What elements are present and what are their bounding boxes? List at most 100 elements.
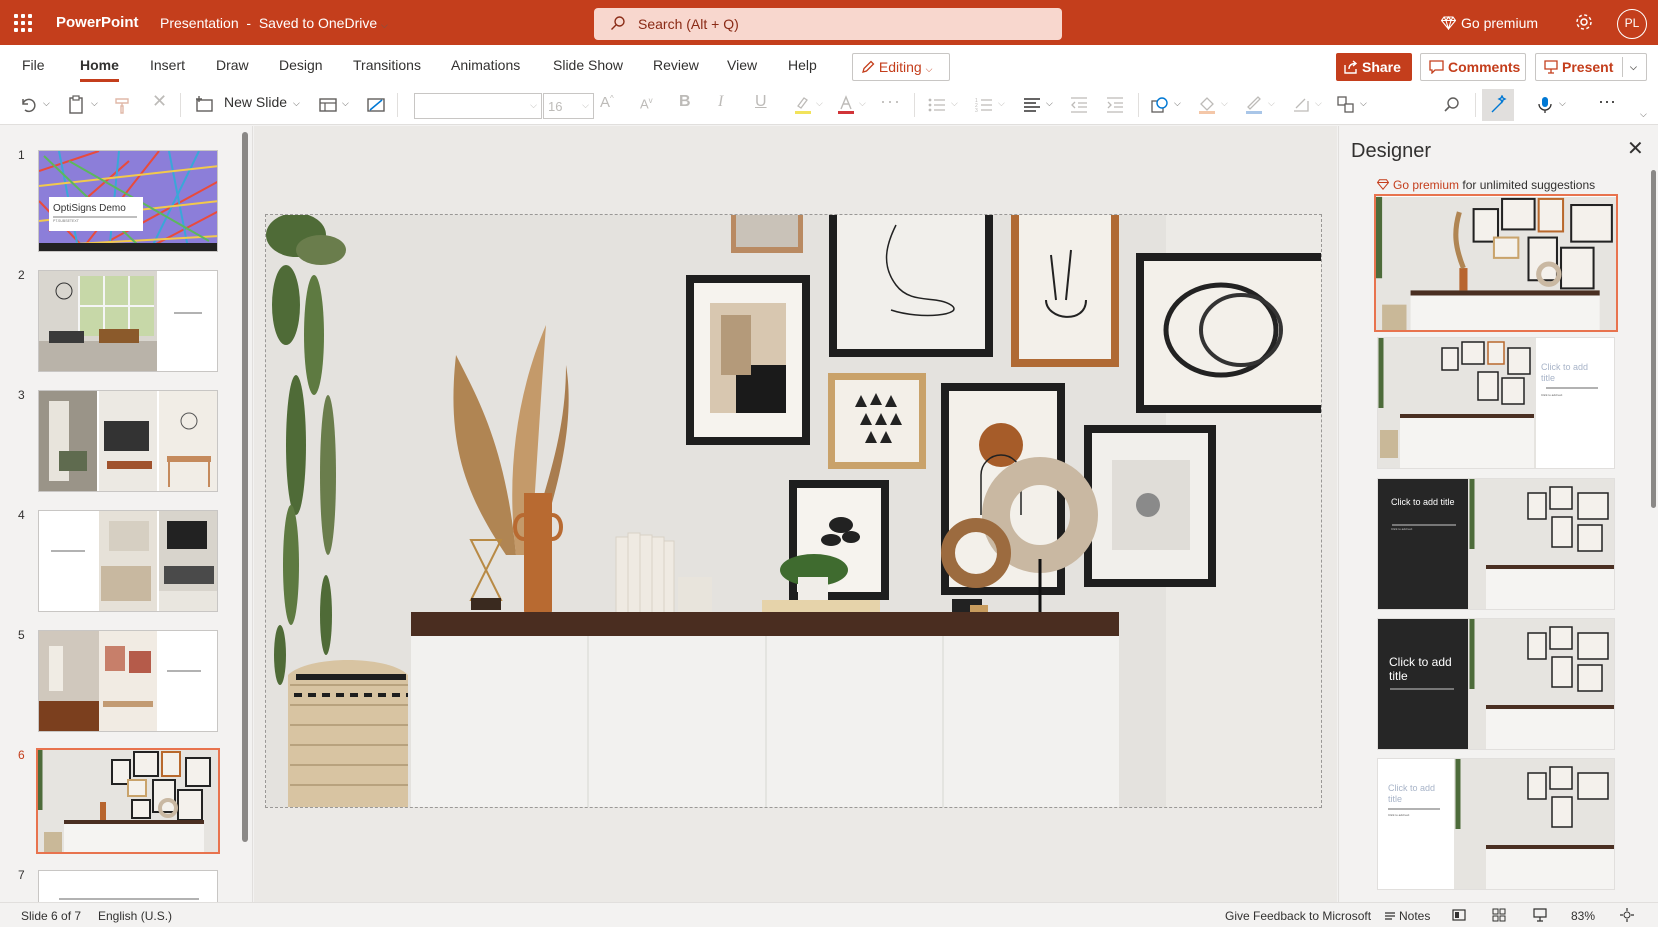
chevron-down-icon[interactable]: ⌵ (998, 98, 1005, 120)
reading-view-icon[interactable] (1533, 908, 1547, 922)
designer-toggle-button[interactable] (1482, 89, 1514, 121)
design-suggestion-1[interactable] (1374, 194, 1618, 332)
bullets-icon[interactable] (927, 94, 947, 116)
chevron-down-icon[interactable]: ⌵ (1268, 98, 1275, 120)
font-size-select[interactable]: 16 ⌵ (543, 93, 594, 119)
feedback-link[interactable]: Give Feedback to Microsoft (1225, 909, 1371, 923)
search-icon (611, 16, 625, 30)
tab-slide-show[interactable]: Slide Show (553, 57, 623, 73)
chevron-down-icon[interactable]: ⌵ (1221, 98, 1228, 120)
share-button[interactable]: Share (1336, 53, 1412, 81)
chevron-down-icon[interactable]: ⌵ (951, 98, 958, 120)
design-suggestion-3[interactable]: Click to add title Click to add text (1377, 478, 1615, 610)
gear-icon[interactable] (1574, 12, 1594, 32)
tab-insert[interactable]: Insert (150, 57, 185, 73)
notes-icon (1385, 912, 1395, 920)
background-icon[interactable] (366, 94, 386, 116)
new-slide-icon[interactable] (195, 94, 215, 116)
designer-scrollbar[interactable] (1651, 170, 1656, 508)
decrease-indent-icon[interactable] (1069, 94, 1089, 116)
current-slide[interactable] (265, 214, 1322, 808)
app-name[interactable]: PowerPoint (56, 14, 139, 31)
slide-thumbnail-3[interactable] (38, 390, 218, 492)
go-premium-button[interactable]: Go premium (1440, 15, 1538, 31)
format-painter-icon[interactable] (114, 94, 132, 116)
italic-icon[interactable]: I (718, 93, 723, 115)
underline-icon[interactable]: U (755, 93, 767, 115)
slide-thumbnail-5[interactable] (38, 630, 218, 732)
tab-view[interactable]: View (727, 57, 757, 73)
font-name-select[interactable]: ⌵ (414, 93, 542, 119)
slide-image[interactable] (266, 215, 1321, 807)
chevron-down-icon[interactable]: ⌵ (342, 98, 349, 120)
notes-button[interactable]: Notes (1384, 909, 1430, 923)
decrease-font-size-icon[interactable]: Av (640, 96, 653, 118)
chevron-down-icon[interactable]: ⌵ (91, 98, 98, 120)
find-icon[interactable] (1442, 94, 1462, 116)
chevron-down-icon[interactable]: ⌵ (1046, 98, 1053, 120)
design-suggestion-2[interactable]: Click to add title Click to add text (1377, 337, 1615, 469)
chevron-down-icon[interactable]: ⌵ (816, 98, 823, 120)
increase-font-size-icon[interactable]: A^ (600, 94, 614, 116)
slide-thumbnail-1[interactable]: OptiSigns Demo PT.SUBSETEXT (38, 150, 218, 252)
paste-icon[interactable] (68, 94, 86, 116)
design-suggestion-4[interactable]: Click to add title (1377, 618, 1615, 750)
font-color-icon[interactable] (836, 94, 856, 116)
tab-help[interactable]: Help (788, 57, 817, 73)
tab-home[interactable]: Home (80, 57, 119, 82)
align-icon[interactable] (1022, 94, 1042, 116)
slide-thumbnail-7[interactable] (38, 870, 218, 902)
slide-thumbnail-2[interactable] (38, 270, 218, 372)
chevron-down-icon[interactable]: ⌵ (1360, 98, 1367, 120)
slide-panel-scrollbar[interactable] (242, 132, 248, 842)
chevron-down-icon[interactable]: ⌵ (1630, 54, 1637, 80)
chevron-down-icon[interactable]: ⌵ (859, 98, 866, 120)
tab-file[interactable]: File (22, 57, 45, 73)
slide-thumbnail-4[interactable] (38, 510, 218, 612)
language-indicator[interactable]: English (U.S.) (98, 909, 172, 923)
more-options-icon[interactable]: ··· (1598, 91, 1616, 113)
highlight-icon[interactable] (793, 94, 813, 116)
shape-effects-icon[interactable] (1291, 94, 1311, 116)
designer-premium-link[interactable]: Go premium (1393, 178, 1459, 192)
shape-outline-icon[interactable] (1244, 94, 1264, 116)
layout-icon[interactable] (318, 94, 338, 116)
present-button[interactable]: Present ⌵ (1535, 53, 1647, 81)
numbering-icon[interactable]: 123 (974, 94, 994, 116)
chevron-down-icon[interactable]: ⌵ (1559, 98, 1566, 120)
app-launcher-icon[interactable] (14, 14, 32, 32)
clear-icon[interactable]: ✕ (152, 91, 167, 113)
undo-icon[interactable] (18, 94, 38, 116)
chevron-down-icon[interactable]: ⌵ (1174, 98, 1181, 120)
design-suggestion-5[interactable]: Click to add title Click to add text (1377, 758, 1615, 890)
tab-animations[interactable]: Animations (451, 57, 520, 73)
chevron-down-icon[interactable]: ⌵ (43, 98, 50, 120)
tab-transitions[interactable]: Transitions (353, 57, 421, 73)
chevron-down-icon[interactable]: ⌵ (1315, 98, 1322, 120)
arrange-icon[interactable] (1336, 94, 1356, 116)
tab-draw[interactable]: Draw (216, 57, 249, 73)
tab-review[interactable]: Review (653, 57, 699, 73)
dictate-icon[interactable] (1535, 94, 1555, 116)
new-slide-button[interactable]: New Slide (224, 94, 287, 116)
comments-button[interactable]: Comments (1420, 53, 1526, 81)
shapes-icon[interactable] (1150, 94, 1170, 116)
bold-icon[interactable]: B (679, 93, 691, 115)
search-input[interactable]: Search (Alt + Q) (594, 8, 1062, 40)
more-font-options-icon[interactable]: ··· (880, 91, 901, 113)
save-status: Saved to OneDrive (258, 15, 378, 31)
editing-mode-button[interactable]: Editing ⌵ (852, 53, 950, 81)
zoom-level[interactable]: 83% (1571, 909, 1595, 923)
document-name: Presentation (160, 15, 239, 31)
tab-design[interactable]: Design (279, 57, 323, 73)
document-title[interactable]: Presentation - Saved to OneDrive ⌵ (160, 15, 388, 31)
avatar[interactable]: PL (1617, 9, 1647, 39)
chevron-down-icon[interactable]: ⌵ (293, 98, 300, 120)
shape-fill-icon[interactable] (1197, 94, 1217, 116)
slide-thumbnail-6[interactable] (36, 748, 220, 854)
normal-view-icon[interactable] (1452, 908, 1466, 922)
fit-to-window-icon[interactable] (1620, 908, 1634, 922)
increase-indent-icon[interactable] (1105, 94, 1125, 116)
close-icon[interactable]: ✕ (1627, 136, 1644, 161)
slide-sorter-icon[interactable] (1492, 908, 1506, 922)
